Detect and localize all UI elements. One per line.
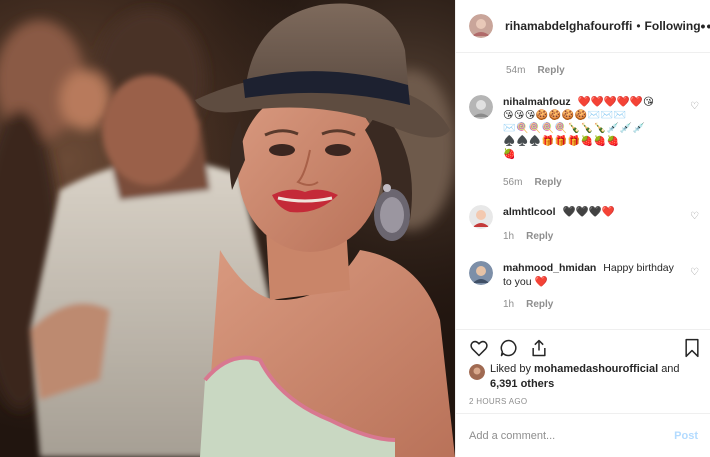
likes-count[interactable]: 6,391 others: [490, 378, 554, 390]
likes-prefix: Liked by: [490, 363, 531, 375]
comment-emoji-line: 😘😘😘🍪🍪🍪🍪✉️✉️✉️: [503, 110, 627, 121]
author-username[interactable]: rihamabdelghafouroffi: [505, 19, 632, 33]
post-photo[interactable]: [0, 0, 455, 457]
photo-image: [0, 0, 455, 457]
comment-time: 1h: [503, 231, 515, 242]
share-icon[interactable]: [529, 338, 549, 363]
like-heart-icon[interactable]: [469, 338, 489, 363]
reply-button[interactable]: Reply: [534, 177, 561, 188]
post-actions: Liked by mohamedashourofficial and 6,391…: [456, 329, 710, 421]
comment-meta: 1h Reply: [503, 299, 675, 310]
reply-button[interactable]: Reply: [537, 65, 564, 76]
post-timestamp: 2 HOURS AGO: [469, 397, 528, 406]
reply-button[interactable]: Reply: [526, 231, 553, 242]
post-header: rihamabdelghafouroffi • Following •••: [456, 0, 710, 53]
commenter-avatar[interactable]: [469, 261, 493, 285]
commenter-avatar[interactable]: [469, 95, 493, 119]
comment-item: 54m Reply: [506, 65, 710, 76]
commenter-username[interactable]: mahmood_hmidan: [503, 262, 596, 274]
comment-like-icon[interactable]: ♡: [690, 267, 699, 278]
comment-time: 54m: [506, 65, 526, 76]
comment-item: nihalmahfouz ❤️❤️❤️❤️❤️😘 😘😘😘🍪🍪🍪🍪✉️✉️✉️ ✉…: [469, 95, 699, 188]
comment-text: 🖤🖤🖤❤️: [562, 206, 615, 218]
likes-summary: Liked by mohamedashourofficial and 6,391…: [469, 362, 701, 392]
more-options-icon[interactable]: •••: [701, 18, 710, 34]
comments-list[interactable]: 54m Reply nihalmahfouz ❤️❤️❤️❤️❤️😘 😘😘😘🍪🍪…: [456, 53, 710, 329]
comment-meta: 54m Reply: [506, 65, 565, 76]
comment-item: almhtlcool 🖤🖤🖤❤️ 1h Reply ♡: [469, 205, 699, 242]
liker-avatar[interactable]: [469, 364, 485, 380]
comment-emoji-line: ♠️♠️♠️🎁🎁🎁🍓🍓🍓: [503, 136, 620, 147]
header-separator: •: [636, 19, 641, 33]
bookmark-icon[interactable]: [683, 338, 701, 363]
comment-text: ❤️❤️❤️❤️❤️😘: [577, 96, 654, 108]
comment-like-icon[interactable]: ♡: [690, 211, 699, 222]
add-comment-bar: Post: [456, 413, 710, 457]
comment-emoji-line: 🍓: [503, 149, 516, 160]
author-avatar[interactable]: [469, 14, 493, 38]
following-button[interactable]: Following: [645, 19, 701, 33]
comment-meta: 1h Reply: [503, 231, 675, 242]
add-comment-input[interactable]: [469, 429, 669, 442]
reply-button[interactable]: Reply: [526, 299, 553, 310]
comment-item: mahmood_hmidan Happy birthday to you ❤️ …: [469, 261, 699, 310]
likes-connector: and: [661, 363, 680, 375]
post-comment-button[interactable]: Post: [674, 430, 698, 442]
post-sidebar: rihamabdelghafouroffi • Following ••• 54…: [455, 0, 710, 457]
commenter-username[interactable]: almhtlcool: [503, 206, 556, 218]
comment-emoji-line: ✉️🍭🍭🍭🍭🍾🍾🍾💉💉💉: [503, 123, 646, 134]
comment-like-icon[interactable]: ♡: [690, 101, 699, 112]
comment-bubble-icon[interactable]: [499, 338, 519, 363]
comment-time: 1h: [503, 299, 515, 310]
comment-time: 56m: [503, 177, 523, 188]
commenter-avatar[interactable]: [469, 205, 493, 229]
comment-meta: 56m Reply: [503, 177, 675, 188]
likes-text: Liked by mohamedashourofficial and 6,391…: [490, 362, 680, 392]
action-icons: [469, 338, 701, 360]
liker-username[interactable]: mohamedashourofficial: [534, 363, 658, 375]
commenter-username[interactable]: nihalmahfouz: [503, 96, 571, 108]
